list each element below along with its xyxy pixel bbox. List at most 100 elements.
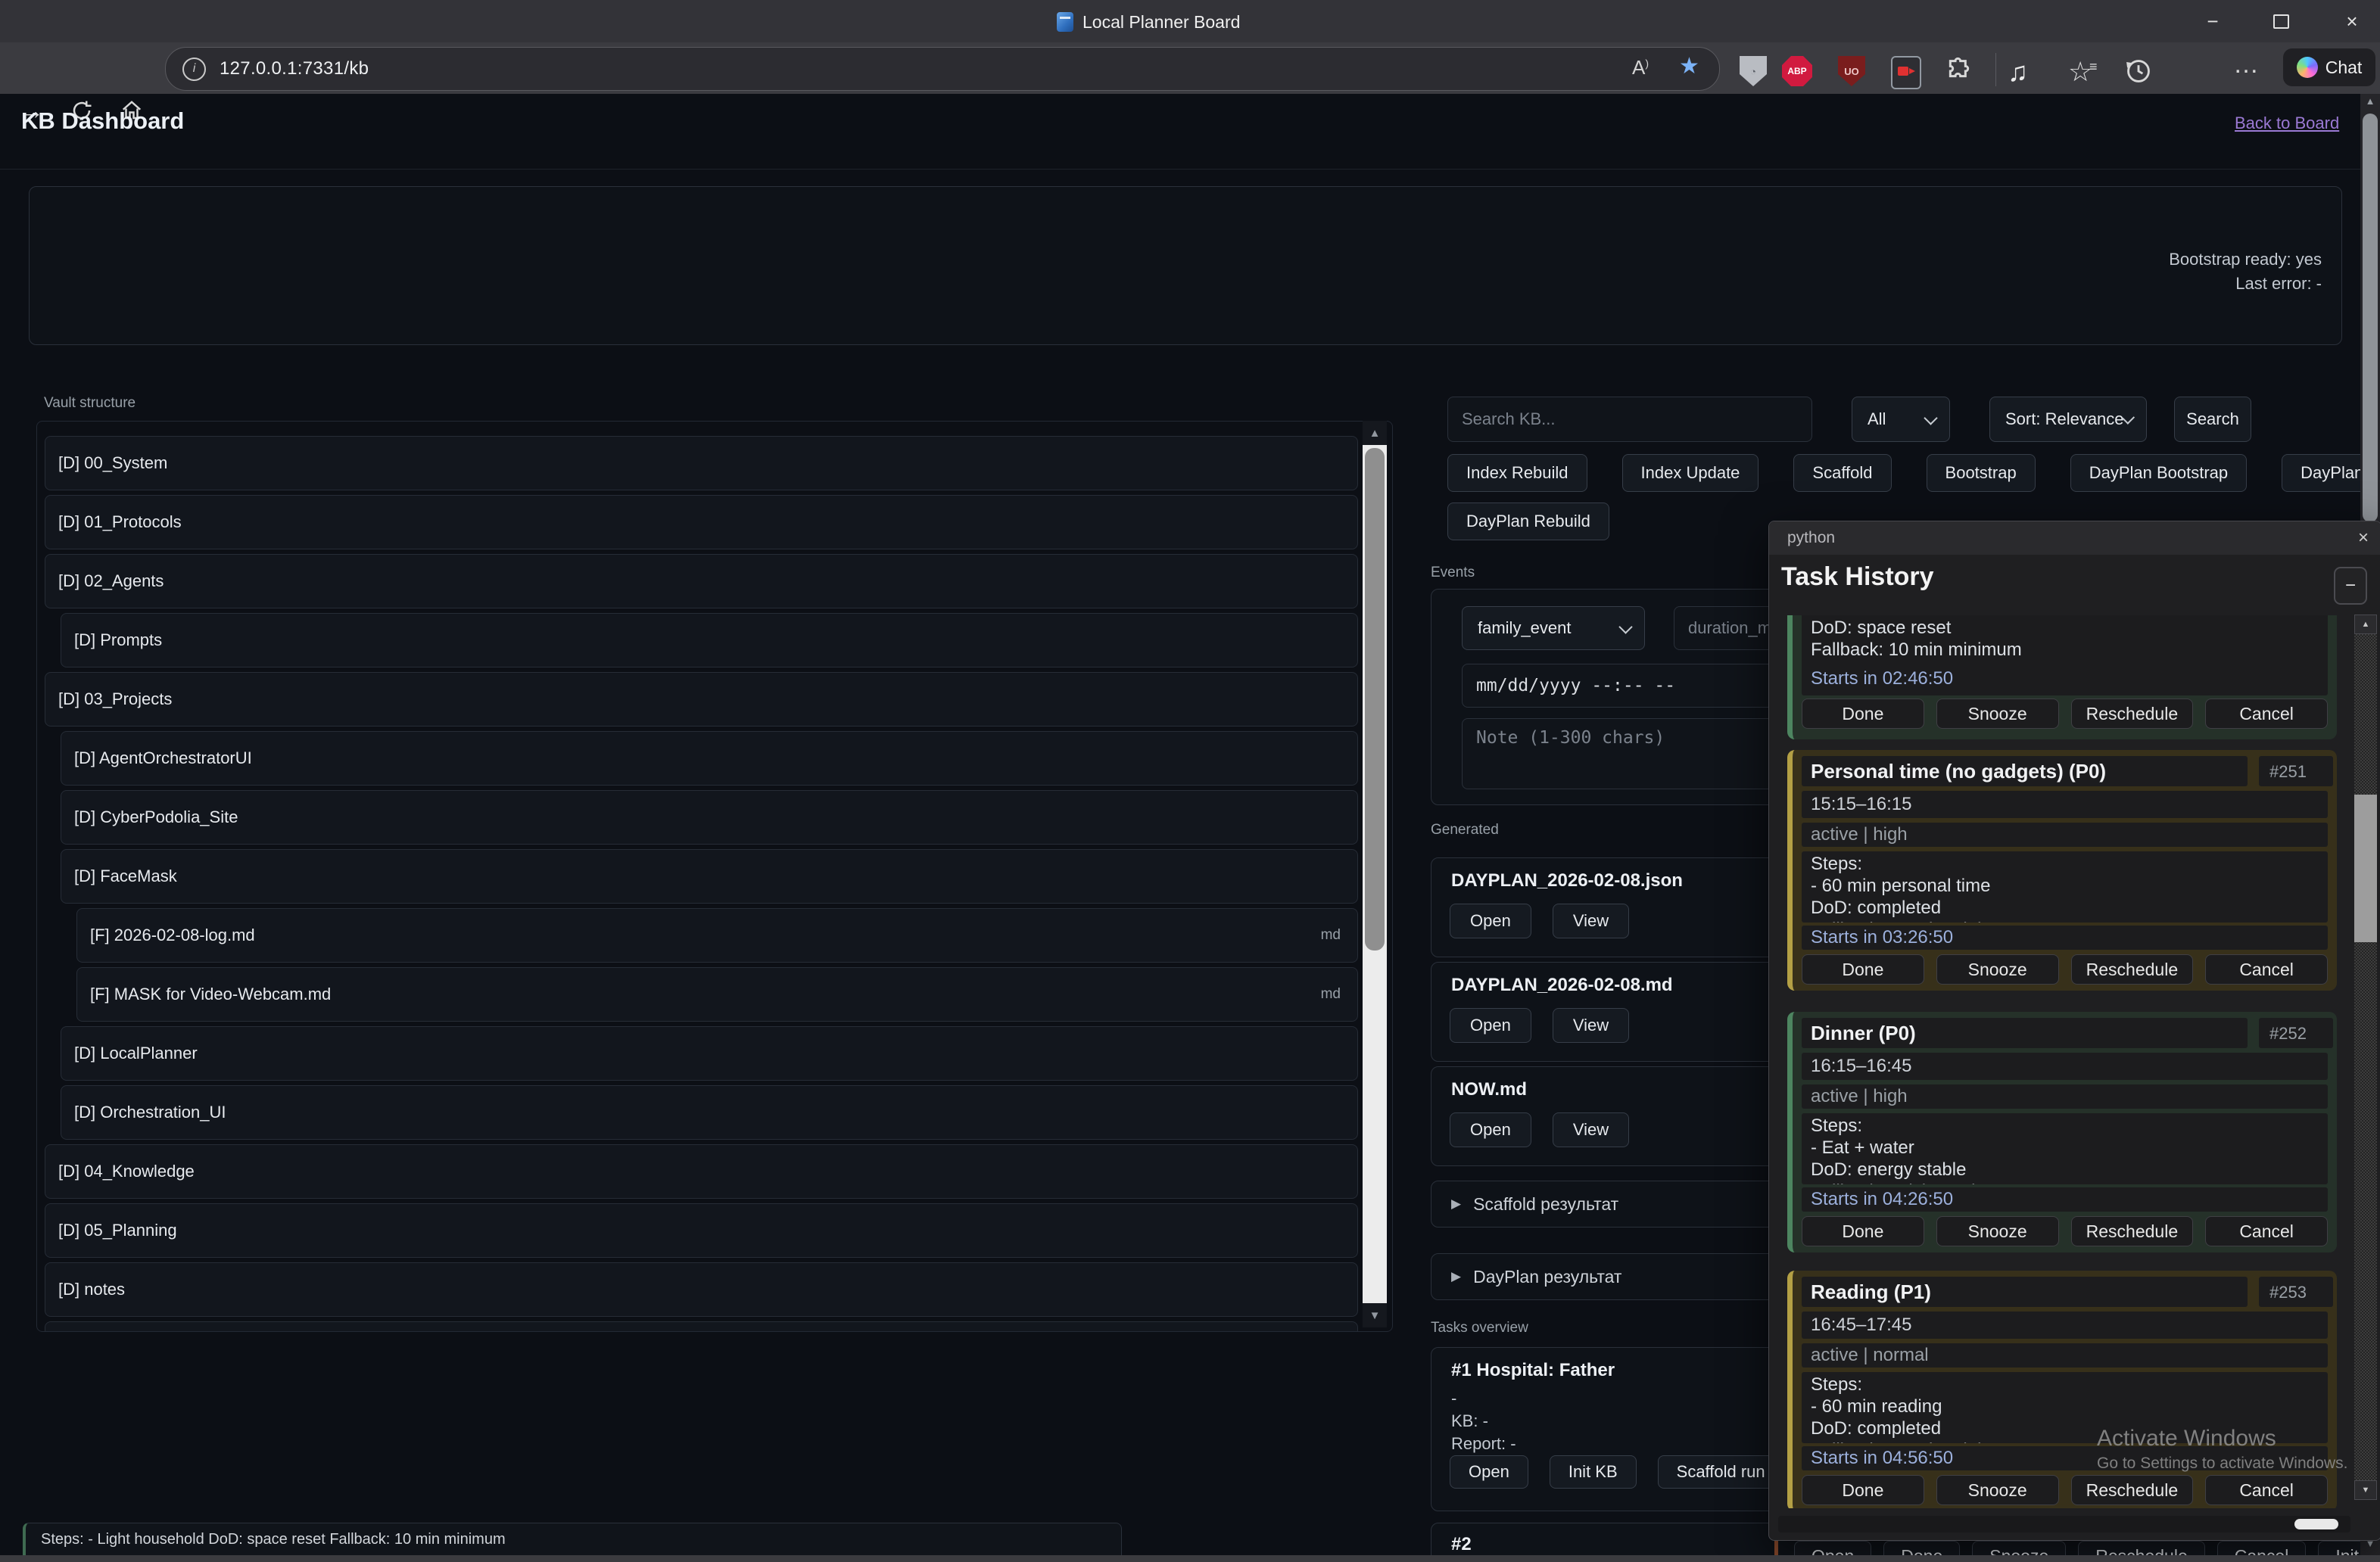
vault-item[interactable]: [D] 04_Knowledge — [45, 1144, 1358, 1199]
vault-item[interactable]: [D] Orchestration_UI — [61, 1085, 1358, 1140]
read-aloud-button[interactable]: A) — [1632, 56, 1649, 79]
history-card-time: 15:15–16:15 — [1802, 791, 2328, 818]
vault-item[interactable]: [D] 05_Planning — [45, 1203, 1358, 1258]
address-bar[interactable]: i 127.0.0.1:7331/kb — [165, 47, 1720, 91]
reschedule-button[interactable]: Reschedule — [2071, 1475, 2194, 1505]
history-task-card: DoD: space resetFallback: 10 min minimum… — [1787, 615, 2337, 739]
tab-title[interactable]: Local Planner Board — [1083, 12, 1240, 33]
task-history-minimize-button[interactable]: − — [2334, 567, 2367, 605]
snooze-button[interactable]: Snooze — [1936, 1216, 2059, 1246]
vault-item[interactable]: [D] Vault_Work — [45, 1321, 1358, 1332]
vault-item-label: [D] Prompts — [74, 630, 162, 650]
browser-settings-button[interactable]: … — [2233, 50, 2260, 79]
cancel-button[interactable]: Cancel — [2205, 699, 2328, 729]
vault-item[interactable]: [D] notes — [45, 1262, 1358, 1317]
hscrollbar-thumb[interactable] — [2294, 1519, 2338, 1529]
vault-item[interactable]: [D] FaceMask — [61, 849, 1358, 904]
snooze-button[interactable]: Snooze — [1936, 1475, 2059, 1505]
action-button[interactable]: DayPlan Bootstrap — [2070, 454, 2247, 492]
generated-file-name: DAYPLAN_2026-02-08.json — [1451, 870, 1683, 891]
open-button[interactable]: Open — [1450, 1008, 1531, 1043]
vault-item[interactable]: [D] AgentOrchestratorUI — [61, 731, 1358, 786]
th-scroll-down-button[interactable]: ▼ — [2354, 1480, 2377, 1500]
th-scrollbar-track[interactable] — [2354, 634, 2377, 1480]
url-text[interactable]: 127.0.0.1:7331/kb — [220, 58, 369, 79]
open-button[interactable]: Open — [1450, 904, 1531, 938]
media-control-button[interactable]: ♫ — [2008, 56, 2028, 88]
history-card-status-box: active | normal — [1802, 1343, 2328, 1368]
vault-item[interactable]: [D] LocalPlanner — [61, 1026, 1358, 1081]
task-history-close-button[interactable]: × — [2358, 527, 2369, 549]
events-label: Events — [1431, 565, 1475, 581]
history-card-step-line: - 60 min reading — [1802, 1396, 2328, 1417]
view-button[interactable]: View — [1553, 1008, 1629, 1043]
tree-scroll-down-icon[interactable]: ▼ — [1363, 1303, 1387, 1327]
minus-icon: − — [2345, 575, 2356, 596]
event-type-select[interactable]: family_event — [1462, 606, 1645, 650]
cancel-button[interactable]: Cancel — [2205, 1216, 2328, 1246]
page-scroll-up-icon[interactable]: ▲ — [2360, 95, 2380, 107]
vault-item[interactable]: [D] 01_Protocols — [45, 495, 1358, 549]
scope-select[interactable]: All — [1852, 397, 1950, 442]
vault-item[interactable]: [D] 00_System — [45, 436, 1358, 490]
action-button[interactable]: DayPlan Rebuild — [1447, 503, 1609, 540]
page-scrollbar-thumb[interactable] — [2363, 114, 2378, 522]
extension-privacy-button[interactable]: ◔ — [1740, 56, 1767, 86]
reschedule-button[interactable]: Reschedule — [2071, 954, 2194, 985]
cancel-button[interactable]: Cancel — [2205, 1475, 2328, 1505]
vault-item[interactable]: [F] 2026-02-08-log.mdmd — [76, 908, 1358, 963]
window-minimize-button[interactable]: − — [2195, 6, 2230, 36]
open-button[interactable]: Open — [1450, 1112, 1531, 1147]
vault-item[interactable]: [F] MASK for Video-Webcam.mdmd — [76, 967, 1358, 1022]
done-button[interactable]: Done — [1802, 1216, 1924, 1246]
history-button[interactable] — [2124, 56, 2153, 90]
action-button[interactable]: Bootstrap — [1927, 454, 2036, 492]
done-button[interactable]: Done — [1802, 699, 1924, 729]
extension-adblock-plus-button[interactable]: ABP — [1782, 56, 1812, 86]
search-button[interactable]: Search — [2174, 397, 2251, 442]
action-button[interactable]: Index Update — [1622, 454, 1759, 492]
done-button[interactable]: Done — [1802, 1475, 1924, 1505]
extension-recorder-button[interactable] — [1891, 56, 1921, 89]
favorite-button[interactable]: ★ — [1679, 53, 1699, 79]
snooze-button[interactable]: Snooze — [1936, 954, 2059, 985]
collections-button[interactable]: ☆ ≡ — [2068, 56, 2092, 88]
view-button[interactable]: View — [1553, 904, 1629, 938]
task-card-button[interactable]: Open — [1450, 1455, 1528, 1489]
tree-scrollbar-thumb[interactable] — [1365, 448, 1385, 951]
generated-file-buttons: Open View — [1450, 904, 1629, 938]
action-button[interactable]: Index Rebuild — [1447, 454, 1587, 492]
task-history-list: DoD: space resetFallback: 10 min minimum… — [1778, 615, 2350, 1508]
action-button[interactable]: Scaffold — [1793, 454, 1891, 492]
th-scroll-up-button[interactable]: ▲ — [2354, 615, 2377, 634]
history-card-title-box: Dinner (P0) — [1802, 1018, 2248, 1048]
search-input[interactable]: Search KB... — [1447, 397, 1812, 442]
extensions-menu-button[interactable] — [1944, 56, 1974, 90]
view-button[interactable]: View — [1553, 1112, 1629, 1147]
history-card-starts-box: Starts in 03:26:50 — [1802, 926, 2328, 950]
sort-select[interactable]: Sort: Relevance — [1989, 397, 2147, 442]
window-close-button[interactable]: × — [2335, 6, 2369, 36]
task-card-button[interactable]: Init KB — [1550, 1455, 1637, 1489]
cancel-button[interactable]: Cancel — [2205, 954, 2328, 985]
task-card-button[interactable]: Scaffold run — [1658, 1455, 1784, 1489]
vault-item[interactable]: [D] CyberPodolia_Site — [61, 790, 1358, 845]
vault-item[interactable]: [D] 03_Projects — [45, 672, 1358, 727]
vault-item[interactable]: [D] 02_Agents — [45, 554, 1358, 608]
extension-ublock-button[interactable]: UO — [1838, 56, 1865, 86]
history-card-id-box: #252 — [2259, 1018, 2333, 1048]
back-to-board-link[interactable]: Back to Board — [2235, 114, 2339, 133]
reschedule-button[interactable]: Reschedule — [2071, 1216, 2194, 1246]
snooze-button[interactable]: Snooze — [1936, 699, 2059, 729]
done-button[interactable]: Done — [1802, 954, 1924, 985]
task-history-hscrollbar[interactable] — [1778, 1516, 2350, 1532]
task-history-titlebar[interactable]: python × — [1769, 521, 2380, 555]
copilot-chat-button[interactable]: Chat — [2283, 48, 2375, 86]
vault-item[interactable]: [D] Prompts — [61, 613, 1358, 667]
tree-scroll-up-icon[interactable]: ▲ — [1363, 421, 1387, 445]
site-info-icon[interactable]: i — [182, 58, 206, 81]
window-maximize-button[interactable] — [2263, 6, 2298, 36]
th-scrollbar-thumb[interactable] — [2354, 795, 2377, 942]
reschedule-button[interactable]: Reschedule — [2071, 699, 2194, 729]
tree-scrollbar[interactable] — [1363, 445, 1387, 1303]
